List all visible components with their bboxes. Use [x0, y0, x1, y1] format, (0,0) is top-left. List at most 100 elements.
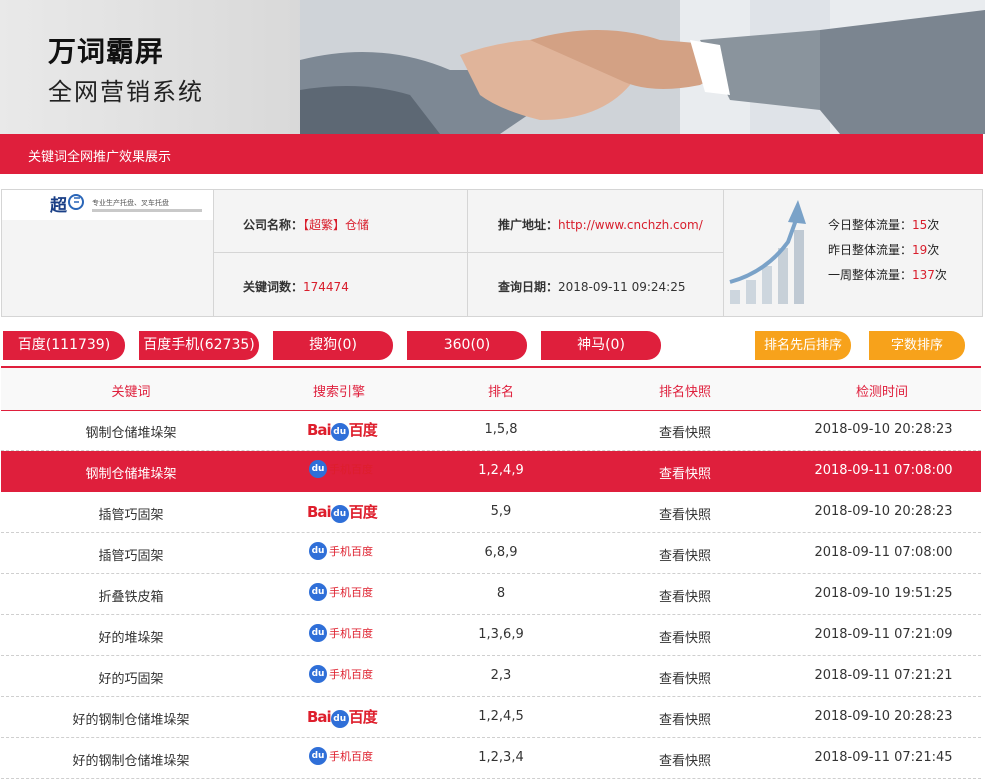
growth-chart-icon [729, 200, 806, 304]
snapshot-link[interactable]: 查看快照 [605, 463, 765, 482]
baidu-logo-text-a: Bai [307, 708, 332, 726]
header-rank: 排名 [487, 385, 514, 400]
rank-cell: 1,2,4,5 [478, 709, 524, 724]
table-row[interactable]: 钢制仓储堆垛架 du 手机百度 1,2,4,9 查看快照 2018-09-11 07:08… [1, 451, 981, 492]
baidu-logo-text-b: 百度 [348, 503, 378, 521]
time-cell: 2018-09-11 07:08:00 [814, 463, 953, 478]
keyword-cell: 好的钢制仓储堆垛架 [72, 713, 190, 728]
keyword-cell: 钢制仓储堆垛架 [85, 426, 177, 441]
tab-baidu[interactable]: 百度(111739) [3, 331, 125, 360]
mobile-baidu-text: 手机百度 [329, 750, 373, 763]
mobile-baidu-text: 手机百度 [329, 668, 373, 681]
company-info-panel: 超 专业生产托盘、叉车托盘 公司名称：【超繁】仓储 推广地址：http://ww… [1, 189, 983, 317]
snapshot-link[interactable]: 查看快照 [605, 750, 765, 769]
baidu-logo-text-a: Bai [307, 421, 332, 439]
rank-cell: 1,2,4,9 [478, 463, 524, 478]
baidu-paw-icon: du [309, 665, 327, 683]
tab-baidu-mobile[interactable]: 百度手机(62735) [139, 331, 259, 360]
table-header: 关键词 搜索引擎 排名 排名快照 检测时间 [1, 366, 981, 411]
time-cell: 2018-09-10 20:28:23 [814, 422, 953, 437]
keyword-cell: 折叠铁皮箱 [98, 590, 164, 605]
time-cell: 2018-09-10 20:28:23 [814, 504, 953, 519]
keyword-cell: 插管巧固架 [98, 549, 164, 564]
yesterday-traffic: 昨日整体流量：19次 [828, 243, 940, 257]
banner-title: 万词霸屏 [48, 35, 165, 68]
tab-360[interactable]: 360(0) [407, 331, 527, 360]
baidu-logo-text-b: 百度 [348, 421, 378, 439]
rank-cell: 6,8,9 [484, 545, 518, 560]
baidu-logo-icon: Bai du 百度 [307, 501, 378, 523]
baidu-logo-text-a: Bai [307, 503, 332, 521]
time-cell: 2018-09-11 07:21:21 [814, 668, 953, 683]
mobile-baidu-logo-icon: du 手机百度 [309, 460, 373, 482]
snapshot-link[interactable]: 查看快照 [605, 668, 765, 687]
logo-tagline: 专业生产托盘、叉车托盘 [92, 198, 169, 207]
baidu-logo-text-b: 百度 [348, 708, 378, 726]
baidu-paw-icon: du [330, 709, 349, 728]
baidu-paw-icon: du [309, 624, 327, 642]
snapshot-link[interactable]: 查看快照 [605, 504, 765, 523]
handshake-image [300, 0, 985, 134]
snapshot-link[interactable]: 查看快照 [605, 586, 765, 605]
keyword-cell: 好的钢制仓储堆垛架 [72, 754, 190, 769]
rank-cell: 1,2,3,4 [478, 750, 524, 765]
rank-cell: 8 [496, 586, 506, 601]
snapshot-link[interactable]: 查看快照 [605, 709, 765, 728]
snapshot-link[interactable]: 查看快照 [605, 627, 765, 646]
section-bar: 关键词全网推广效果展示 [0, 134, 983, 174]
table-row[interactable]: 好的巧固架 du 手机百度 2,3 查看快照 2018-09-11 07:21:21 [1, 656, 981, 697]
sort-by-rank-button[interactable]: 排名先后排序 [755, 331, 851, 360]
header-time: 检测时间 [855, 385, 908, 400]
keyword-count: 关键词数：174474 [243, 280, 349, 294]
rank-cell: 5,9 [490, 504, 512, 519]
baidu-paw-icon: du [330, 504, 349, 523]
snapshot-link[interactable]: 查看快照 [605, 422, 765, 441]
baidu-logo-icon: Bai du 百度 [307, 419, 378, 441]
promo-url: 推广地址：http://www.cnchzh.com/ [498, 218, 703, 232]
mobile-baidu-logo-icon: du 手机百度 [309, 665, 373, 687]
mobile-baidu-logo-icon: du 手机百度 [309, 542, 373, 564]
company-name: 公司名称：【超繁】仓储 [243, 218, 370, 232]
table-row[interactable]: 好的堆垛架 du 手机百度 1,3,6,9 查看快照 2018-09-11 07:21:0… [1, 615, 981, 656]
header-keyword: 关键词 [111, 385, 151, 400]
logo-mark: 超 [50, 195, 68, 216]
baidu-paw-icon: du [309, 583, 327, 601]
promo-url-link[interactable]: http://www.cnchzh.com/ [558, 218, 703, 232]
tab-shenma[interactable]: 神马(0) [541, 331, 661, 360]
table-row[interactable]: 好的钢制仓储堆垛架 Bai du 百度 1,2,4,5 查看快照 2018-09-10 20… [1, 697, 981, 738]
keyword-cell: 好的堆垛架 [98, 631, 164, 646]
table-row[interactable]: 插管巧固架 Bai du 百度 5,9 查看快照 2018-09-10 20:28:23 [1, 492, 981, 533]
header-banner: 万词霸屏 全网营销系统 [0, 0, 985, 134]
tab-sogou[interactable]: 搜狗(0) [273, 331, 393, 360]
section-title: 关键词全网推广效果展示 [28, 150, 172, 165]
baidu-paw-icon: du [309, 542, 327, 560]
table-row[interactable]: 钢制仓储堆垛架 Bai du 百度 1,5,8 查看快照 2018-09-10 20:28:… [1, 410, 981, 451]
table-row[interactable]: 插管巧固架 du 手机百度 6,8,9 查看快照 2018-09-11 07:08:00 [1, 533, 981, 574]
mobile-baidu-text: 手机百度 [329, 627, 373, 640]
baidu-paw-icon: du [330, 422, 349, 441]
company-name-link[interactable]: 【超繁】仓储 [303, 218, 369, 232]
week-traffic: 一周整体流量：137次 [828, 268, 947, 282]
company-logo: 超 专业生产托盘、叉车托盘 [2, 190, 213, 220]
query-date: 查询日期：2018-09-11 09:24:25 [498, 280, 686, 294]
company-logo-area: 超 专业生产托盘、叉车托盘 [2, 190, 214, 316]
mobile-baidu-text: 手机百度 [329, 463, 373, 476]
mobile-baidu-text: 手机百度 [329, 586, 373, 599]
sort-by-length-button[interactable]: 字数排序 [869, 331, 965, 360]
snapshot-link[interactable]: 查看快照 [605, 545, 765, 564]
rank-cell: 1,5,8 [484, 422, 518, 437]
time-cell: 2018-09-10 20:28:23 [814, 709, 953, 724]
mobile-baidu-logo-icon: du 手机百度 [309, 747, 373, 769]
baidu-paw-icon: du [309, 460, 327, 478]
header-engine: 搜索引擎 [312, 385, 365, 400]
mobile-baidu-logo-icon: du 手机百度 [309, 624, 373, 646]
keyword-cell: 插管巧固架 [98, 508, 164, 523]
time-cell: 2018-09-11 07:08:00 [814, 545, 953, 560]
keyword-cell: 好的巧固架 [98, 672, 164, 687]
baidu-logo-icon: Bai du 百度 [307, 706, 378, 728]
header-snapshot: 排名快照 [658, 385, 711, 400]
table-row[interactable]: 折叠铁皮箱 du 手机百度 8 查看快照 2018-09-10 19:51:25 [1, 574, 981, 615]
banner-subtitle: 全网营销系统 [48, 78, 204, 106]
rank-cell: 2,3 [490, 668, 512, 683]
today-traffic: 今日整体流量：15次 [828, 218, 940, 232]
